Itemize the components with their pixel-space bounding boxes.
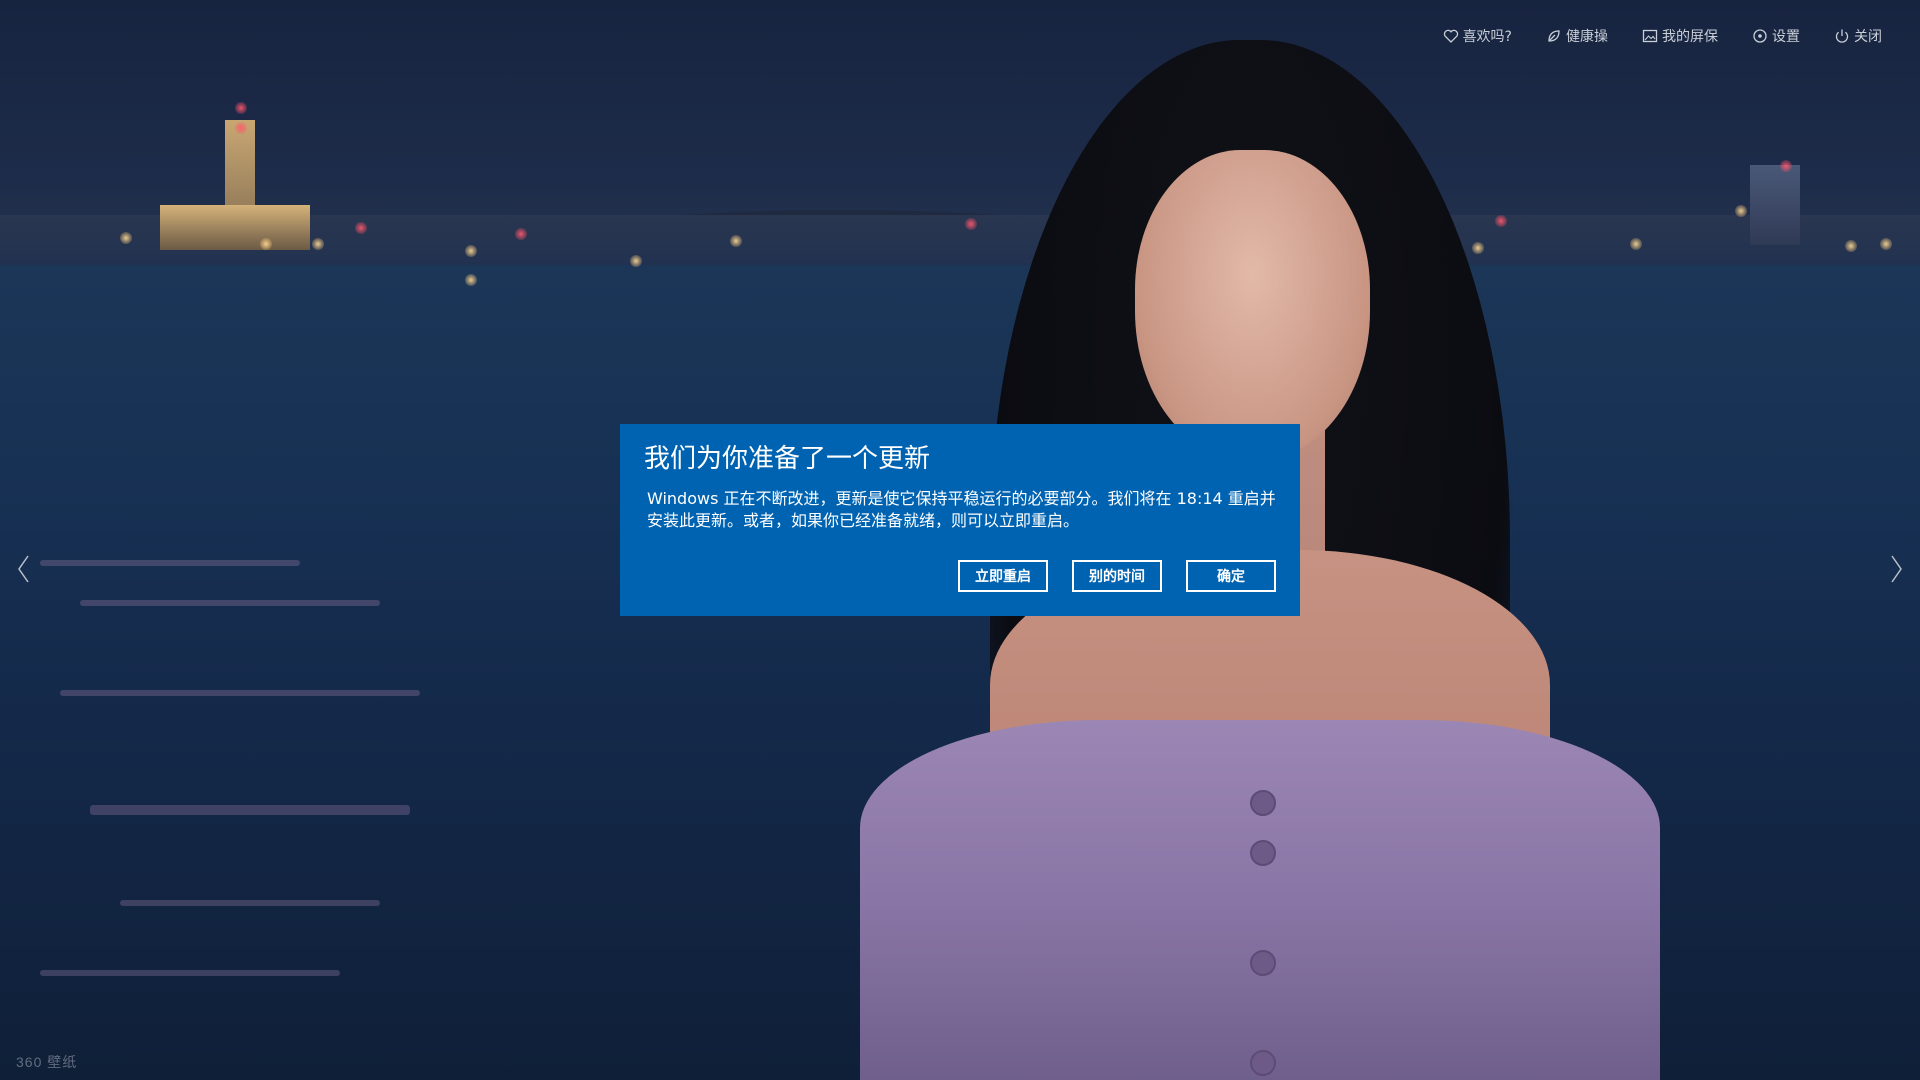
chevron-right-icon [1891,555,1902,583]
city-light [1735,205,1747,217]
toolbar-like-label: 喜欢吗? [1462,29,1512,45]
toolbar-my-screensaver-label: 我的屏保 [1662,29,1718,45]
city-light [260,238,272,250]
city-light [1845,240,1857,252]
leaf-icon [1548,30,1560,42]
city-light [355,222,367,234]
city-light [515,228,527,240]
screensaver-toolbar: 喜欢吗? 健康操 我的屏保 设置 关闭 [1443,26,1882,46]
portrait-dress [860,720,1660,1080]
toolbar-like-button[interactable]: 喜欢吗? [1443,26,1512,46]
city-light [1780,160,1792,172]
background-building-right [1750,165,1800,245]
toolbar-close-label: 关闭 [1854,29,1882,45]
dialog-button-row: 立即重启 别的时间 确定 [958,560,1276,592]
sea-reflection [40,970,340,976]
dress-button [1250,1050,1276,1076]
sea-reflection [40,560,300,566]
toolbar-my-screensaver-button[interactable]: 我的屏保 [1642,26,1718,46]
chevron-left-icon [18,555,29,583]
ok-button[interactable]: 确定 [1186,560,1276,592]
sea-reflection [80,600,380,606]
toolbar-settings-label: 设置 [1772,29,1800,45]
city-light [465,274,477,286]
city-light [630,255,642,267]
previous-wallpaper-button[interactable] [12,552,36,586]
restart-now-button[interactable]: 立即重启 [958,560,1048,592]
dialog-title: 我们为你准备了一个更新 [644,444,931,474]
background-building [160,205,310,250]
city-light [730,235,742,247]
city-light [965,218,977,230]
city-light [1630,238,1642,250]
sea-reflection [120,900,380,906]
power-icon [1835,29,1849,43]
dress-button [1250,790,1276,816]
screensaver-stage: 喜欢吗? 健康操 我的屏保 设置 关闭 我们为你准备了一个更新 Windows … [0,0,1920,1080]
city-light [235,122,247,134]
city-light [465,245,477,257]
city-light [312,238,324,250]
city-light [1880,238,1892,250]
image-icon [1642,29,1658,43]
toolbar-exercise-label: 健康操 [1566,29,1608,45]
city-light [1472,242,1484,254]
settings-icon [1753,29,1767,43]
dress-button [1250,840,1276,866]
next-wallpaper-button[interactable] [1884,552,1908,586]
portrait-face [1135,150,1370,460]
watermark-logo: 360 壁纸 [16,1054,78,1070]
toolbar-settings-button[interactable]: 设置 [1752,26,1800,46]
toolbar-close-button[interactable]: 关闭 [1834,26,1882,46]
toolbar-exercise-button[interactable]: 健康操 [1546,26,1608,46]
city-light [235,102,247,114]
other-time-button[interactable]: 别的时间 [1072,560,1162,592]
city-light [120,232,132,244]
dialog-message: Windows 正在不断改进，更新是使它保持平稳运行的必要部分。我们将在 18:… [647,489,1276,530]
windows-update-dialog: 我们为你准备了一个更新 Windows 正在不断改进，更新是使它保持平稳运行的必… [620,424,1300,616]
sea-reflection [90,805,410,815]
city-light [1495,215,1507,227]
heart-icon [1443,29,1458,43]
dress-button [1250,950,1276,976]
sea-reflection [60,690,420,696]
